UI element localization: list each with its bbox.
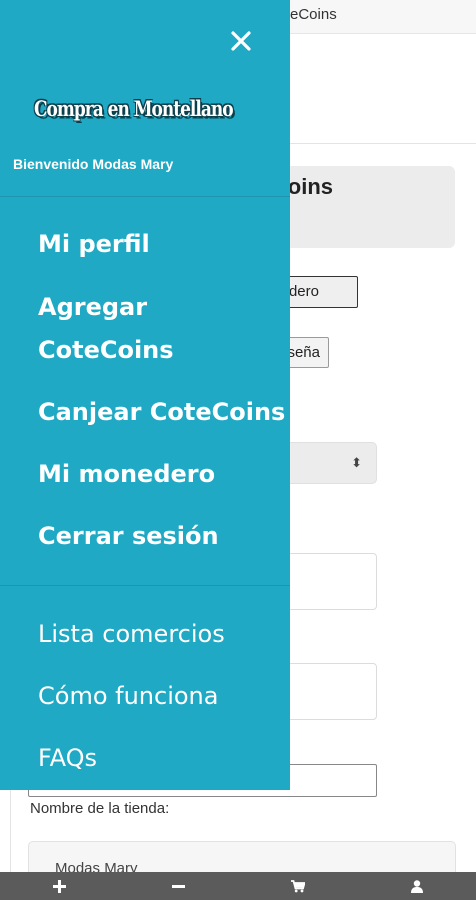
menu-item-faqs[interactable]: FAQs bbox=[38, 737, 286, 780]
user-icon bbox=[410, 879, 423, 893]
drawer-divider bbox=[0, 196, 290, 197]
side-drawer: Compra en Montellano Bienvenido Modas Ma… bbox=[0, 0, 290, 790]
menu-item-add-cotecoins[interactable]: Agregar CoteCoins bbox=[38, 286, 286, 372]
menu-item-redeem-cotecoins[interactable]: Canjear CoteCoins bbox=[38, 391, 286, 434]
page-header-title: eCoins bbox=[290, 6, 337, 23]
content-border bbox=[10, 790, 11, 880]
brand-logo: Compra en Montellano bbox=[34, 97, 234, 122]
subtract-button[interactable] bbox=[119, 872, 238, 900]
drawer-divider bbox=[0, 585, 290, 586]
cart-button[interactable] bbox=[238, 872, 357, 900]
menu-item-store-list[interactable]: Lista comercios bbox=[38, 613, 286, 656]
menu-item-wallet[interactable]: Mi monedero bbox=[38, 453, 286, 496]
plus-icon bbox=[53, 879, 66, 893]
bottom-toolbar bbox=[0, 872, 476, 900]
store-name-label: Nombre de la tienda: bbox=[30, 800, 170, 817]
account-button[interactable] bbox=[357, 872, 476, 900]
welcome-message: Bienvenido Modas Mary bbox=[13, 156, 174, 172]
close-drawer-button[interactable] bbox=[226, 26, 256, 56]
menu-item-profile[interactable]: Mi perfil bbox=[38, 223, 286, 266]
menu-item-how-it-works[interactable]: Cómo funciona bbox=[38, 675, 286, 718]
select-arrows-icon: ⬍ bbox=[351, 455, 362, 470]
add-button[interactable] bbox=[0, 872, 119, 900]
close-icon bbox=[231, 31, 251, 51]
menu-item-logout[interactable]: Cerrar sesión bbox=[38, 515, 286, 558]
cart-icon bbox=[290, 879, 305, 892]
minus-icon bbox=[172, 884, 185, 888]
